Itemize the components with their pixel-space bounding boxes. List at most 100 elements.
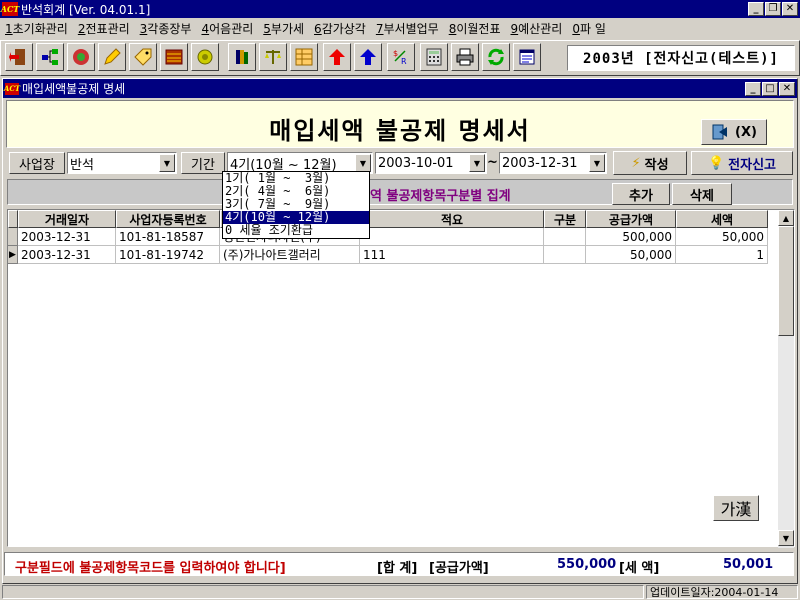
- menu-item-label: 예산관리: [518, 21, 563, 36]
- filter-row: 사업장 반석 ▼ 기간 4기(10월 ~ 12월) ▼ 2003-10-01 ▼…: [7, 151, 793, 175]
- col-supply-cell[interactable]: 50,000: [586, 246, 676, 264]
- tax-total: 50,001: [723, 557, 774, 572]
- vertical-scrollbar[interactable]: ▲ ▼: [778, 210, 794, 548]
- col-tax-cell[interactable]: 50,000: [676, 228, 768, 246]
- menu-item-key: 5: [263, 21, 271, 36]
- period-option[interactable]: 0 세율 조기환급: [223, 224, 369, 237]
- menu-item[interactable]: 3각종장부: [135, 20, 197, 37]
- currency-icon[interactable]: $ R: [387, 43, 415, 71]
- close-button[interactable]: ✕: [782, 2, 798, 16]
- grid-icon[interactable]: [290, 43, 318, 71]
- menu-item-key: 0: [572, 21, 580, 36]
- menu-item[interactable]: 9예산관리: [506, 20, 568, 37]
- document-icon[interactable]: [513, 43, 541, 71]
- child-close-button[interactable]: ✕: [779, 81, 795, 96]
- col-tax-header[interactable]: 세액: [676, 210, 768, 228]
- printer-icon[interactable]: [451, 43, 479, 71]
- col-tax-cell[interactable]: 1: [676, 246, 768, 264]
- menu-item[interactable]: 5부가세: [258, 20, 309, 37]
- create-button[interactable]: ⚡ 작성: [613, 151, 687, 175]
- delete-button[interactable]: 삭제: [672, 183, 732, 205]
- svg-text:R: R: [401, 57, 407, 66]
- restore-button[interactable]: ❐: [765, 2, 781, 16]
- menu-item[interactable]: 8이월전표: [444, 20, 506, 37]
- exit-button[interactable]: (X): [701, 119, 767, 145]
- hanja-button[interactable]: 가漢: [713, 495, 759, 521]
- menu-item-key: 9: [510, 21, 519, 36]
- table-row[interactable]: ▶ 2003-12-31 101-81-19742 (주)가나아트갤러리 111 50,0…: [8, 246, 768, 264]
- scroll-thumb[interactable]: [778, 226, 794, 336]
- date-from-select[interactable]: 2003-10-01 ▼: [375, 152, 487, 174]
- col-date-cell[interactable]: 2003-12-31: [18, 246, 116, 264]
- minimize-button[interactable]: _: [748, 2, 764, 16]
- menu-bar: 1초기화관리 2전표관리 3각종장부 4어음관리 5부가세 6감가상각 7부서별업무 8이월전…: [0, 18, 800, 38]
- menu-item-label: 부서별업무: [383, 21, 439, 36]
- child-maximize-button[interactable]: □: [762, 81, 778, 96]
- chevron-down-icon[interactable]: ▼: [355, 154, 371, 172]
- col-memo-cell[interactable]: [360, 228, 544, 246]
- chevron-down-icon[interactable]: ▼: [159, 154, 175, 172]
- col-type-cell[interactable]: [544, 246, 586, 264]
- arrow-up-blue-icon[interactable]: [354, 43, 382, 71]
- col-memo-cell[interactable]: 111: [360, 246, 544, 264]
- pencil-icon[interactable]: [98, 43, 126, 71]
- scroll-up-icon[interactable]: ▲: [778, 210, 794, 226]
- exit-door-icon[interactable]: [5, 43, 33, 71]
- table-row[interactable]: 2003-12-31101-81-18587명진전자디자인(주)500,0005…: [8, 228, 768, 246]
- abacus-icon[interactable]: [160, 43, 188, 71]
- business-label: 사업장: [9, 152, 65, 174]
- exit-icon: [712, 124, 728, 140]
- org-tree-icon[interactable]: [36, 43, 64, 71]
- tag-icon[interactable]: [129, 43, 157, 71]
- chevron-down-icon[interactable]: ▼: [589, 154, 605, 172]
- row-indicator[interactable]: [8, 228, 18, 246]
- menu-item[interactable]: 4어음관리: [196, 20, 258, 37]
- date-to-value: 2003-12-31: [502, 155, 578, 171]
- scroll-down-icon[interactable]: ▼: [778, 530, 794, 546]
- col-regno-cell[interactable]: 101-81-19742: [116, 246, 220, 264]
- menu-item-label: 어음관리: [209, 21, 254, 36]
- menu-item-label: 전표관리: [85, 21, 130, 36]
- col-type-cell[interactable]: [544, 228, 586, 246]
- add-button[interactable]: 추가: [612, 183, 670, 205]
- arrow-up-red-icon[interactable]: [323, 43, 351, 71]
- tax-label: [세 액]: [619, 561, 660, 576]
- date-to-select[interactable]: 2003-12-31 ▼: [499, 152, 607, 174]
- col-type-header[interactable]: 구분: [544, 210, 586, 228]
- chevron-down-icon[interactable]: ▼: [469, 154, 485, 172]
- efile-button[interactable]: 💡 전자신고: [691, 151, 793, 175]
- date-range-separator: ~: [487, 155, 498, 170]
- col-date-cell[interactable]: 2003-12-31: [18, 228, 116, 246]
- menu-item[interactable]: 1초기화관리: [0, 20, 73, 37]
- current-row-indicator-icon[interactable]: ▶: [8, 246, 18, 264]
- update-date: 업데이트일자:2004-01-14: [646, 585, 798, 599]
- books-icon[interactable]: [228, 43, 256, 71]
- coin-icon[interactable]: [191, 43, 219, 71]
- col-regno-cell[interactable]: 101-81-18587: [116, 228, 220, 246]
- period-value: 4기(10월 ~ 12월): [230, 157, 337, 173]
- col-regno-header[interactable]: 사업자등록번호: [116, 210, 220, 228]
- business-select[interactable]: 반석 ▼: [67, 152, 177, 174]
- col-supply-header[interactable]: 공급가액: [586, 210, 676, 228]
- col-name-cell[interactable]: (주)가나아트갤러리: [220, 246, 360, 264]
- globe-icon[interactable]: [67, 43, 95, 71]
- period-dropdown-list[interactable]: 1기( 1월 ~ 3월) 2기( 4월 ~ 6월) 3기( 7월 ~ 9월) 4기(1…: [222, 171, 370, 239]
- data-grid[interactable]: 거래일자 사업자등록번호 적요 구분 공급가액 세액 2003-12-31 101-81-1…: [7, 209, 795, 548]
- status-pane-main: [2, 585, 644, 599]
- refresh-icon[interactable]: [482, 43, 510, 71]
- efile-label: 전자신고: [728, 157, 777, 173]
- scale-icon[interactable]: [259, 43, 287, 71]
- menu-item[interactable]: 7부서별업무: [371, 20, 444, 37]
- calculator-icon[interactable]: [420, 43, 448, 71]
- summary-section-row: 역 불공제항목구분별 집계 추가 삭제: [7, 179, 793, 205]
- col-date-header[interactable]: 거래일자: [18, 210, 116, 228]
- child-minimize-button[interactable]: _: [745, 81, 761, 96]
- menu-item[interactable]: 0파 일: [567, 20, 611, 37]
- menu-item-label: 각종장부: [147, 21, 192, 36]
- col-memo-header[interactable]: 적요: [360, 210, 544, 228]
- col-supply-cell[interactable]: 500,000: [586, 228, 676, 246]
- header-corner: [8, 210, 18, 228]
- menu-item[interactable]: 6감가상각: [309, 20, 371, 37]
- lightning-icon: ⚡: [631, 155, 641, 171]
- menu-item[interactable]: 2전표관리: [73, 20, 135, 37]
